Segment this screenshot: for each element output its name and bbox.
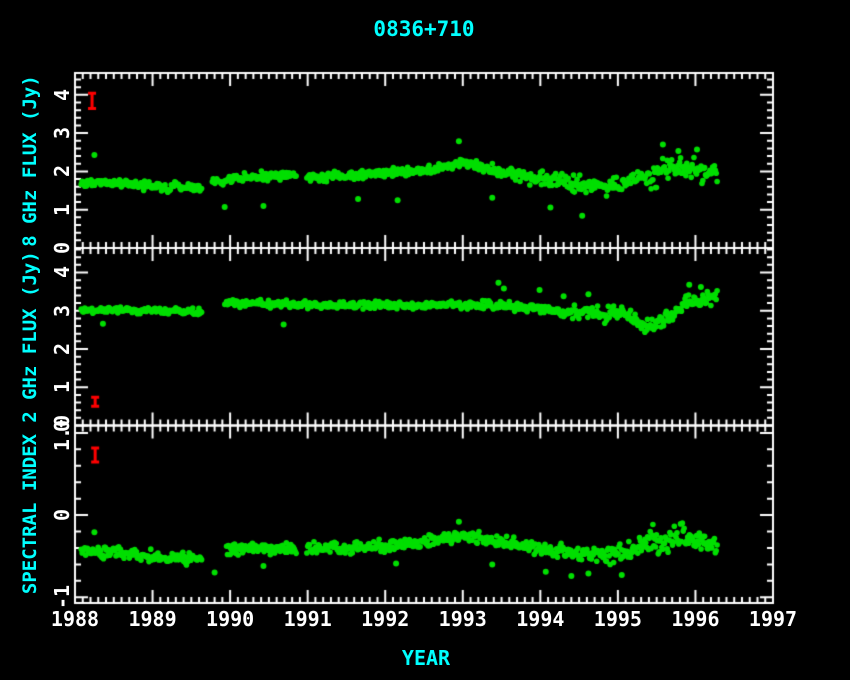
x-tick-label: 1994 [516,607,564,631]
y-tick-label: 4 [50,266,74,278]
light-curve-plot-canvas [0,0,850,680]
x-axis-title: YEAR [402,646,450,670]
y-tick-label: 1 [50,381,74,393]
y-axis-title-8ghz-flux: 8 GHz FLUX (Jy) [19,75,41,247]
x-tick-label: 1992 [361,607,409,631]
x-tick-label: 1988 [51,607,99,631]
x-tick-label: 1993 [439,607,487,631]
y-tick-label: 2 [50,343,74,355]
plot-window: 0836+710 YEAR 8 GHz FLUX (Jy) 2 GHz FLUX… [0,0,850,680]
y-tick-label: 3 [50,305,74,317]
y-axis-title-2ghz-flux: 2 GHz FLUX (Jy) [19,251,41,423]
y-tick-label: 3 [50,127,74,139]
y-tick-label: 4 [50,89,74,101]
plot-title: 0836+710 [373,17,474,41]
y-tick-label: 0 [50,509,74,521]
y-tick-label: -1 [50,585,74,609]
y-tick-label: 1 [50,204,74,216]
x-tick-label: 1995 [594,607,642,631]
y-tick-label: 1.0 [50,415,74,451]
x-tick-label: 1989 [128,607,176,631]
y-tick-label: 0 [50,242,74,254]
y-tick-label: 2 [50,165,74,177]
y-axis-title-spectral-index: SPECTRAL INDEX [19,434,41,594]
x-tick-label: 1996 [671,607,719,631]
x-tick-label: 1990 [206,607,254,631]
x-tick-label: 1991 [284,607,332,631]
x-tick-label: 1997 [749,607,797,631]
